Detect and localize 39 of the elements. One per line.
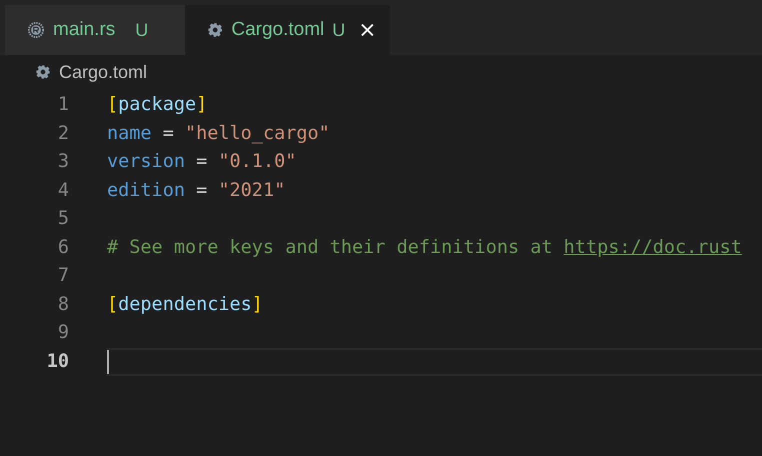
bracket: [ — [107, 93, 118, 118]
line-number: 4 — [56, 178, 69, 203]
line-number: 5 — [56, 207, 69, 232]
line-number: 1 — [56, 93, 69, 118]
status-letter: U — [332, 18, 346, 42]
equals-sign: = — [162, 122, 175, 146]
tab-label: Cargo.toml — [231, 18, 324, 42]
bracket: [ — [107, 292, 118, 317]
key-name: edition — [107, 178, 185, 203]
bracket: ] — [196, 93, 208, 118]
equals-sign: = — [195, 178, 208, 203]
equals-sign: = — [195, 150, 208, 174]
line-number: 8 — [56, 292, 69, 317]
line-number: 6 — [56, 236, 69, 260]
line-number: 7 — [56, 264, 69, 288]
key-name: name — [107, 122, 152, 146]
gear-icon — [207, 21, 224, 39]
close-icon[interactable] — [361, 23, 374, 37]
gear-icon — [35, 64, 51, 80]
line-number: 10 — [46, 350, 69, 374]
key-name: version — [107, 150, 185, 174]
breadcrumb-item[interactable]: Cargo.toml — [59, 58, 148, 86]
line-number: 9 — [56, 321, 69, 346]
string-value: "hello_cargo" — [184, 122, 330, 146]
gear-wheel-icon — [27, 21, 45, 39]
line-number: 3 — [56, 150, 69, 174]
link[interactable]: https://doc.rust — [564, 234, 742, 262]
status-letter: U — [135, 18, 148, 42]
table-header: package — [118, 93, 196, 118]
string-value: "2021" — [218, 178, 286, 203]
line-number: 2 — [56, 122, 69, 146]
tab-label: main.rs — [53, 18, 116, 42]
comment-text: # See more keys and their definitions at — [107, 236, 554, 260]
string-value: "0.1.0" — [218, 150, 296, 174]
table-header: dependencies — [118, 292, 252, 317]
editor-tab[interactable]: Cargo.toml U — [185, 5, 390, 55]
text-cursor — [107, 350, 109, 374]
editor-tab[interactable]: main.rs U — [5, 5, 185, 55]
bracket: ] — [252, 292, 263, 317]
